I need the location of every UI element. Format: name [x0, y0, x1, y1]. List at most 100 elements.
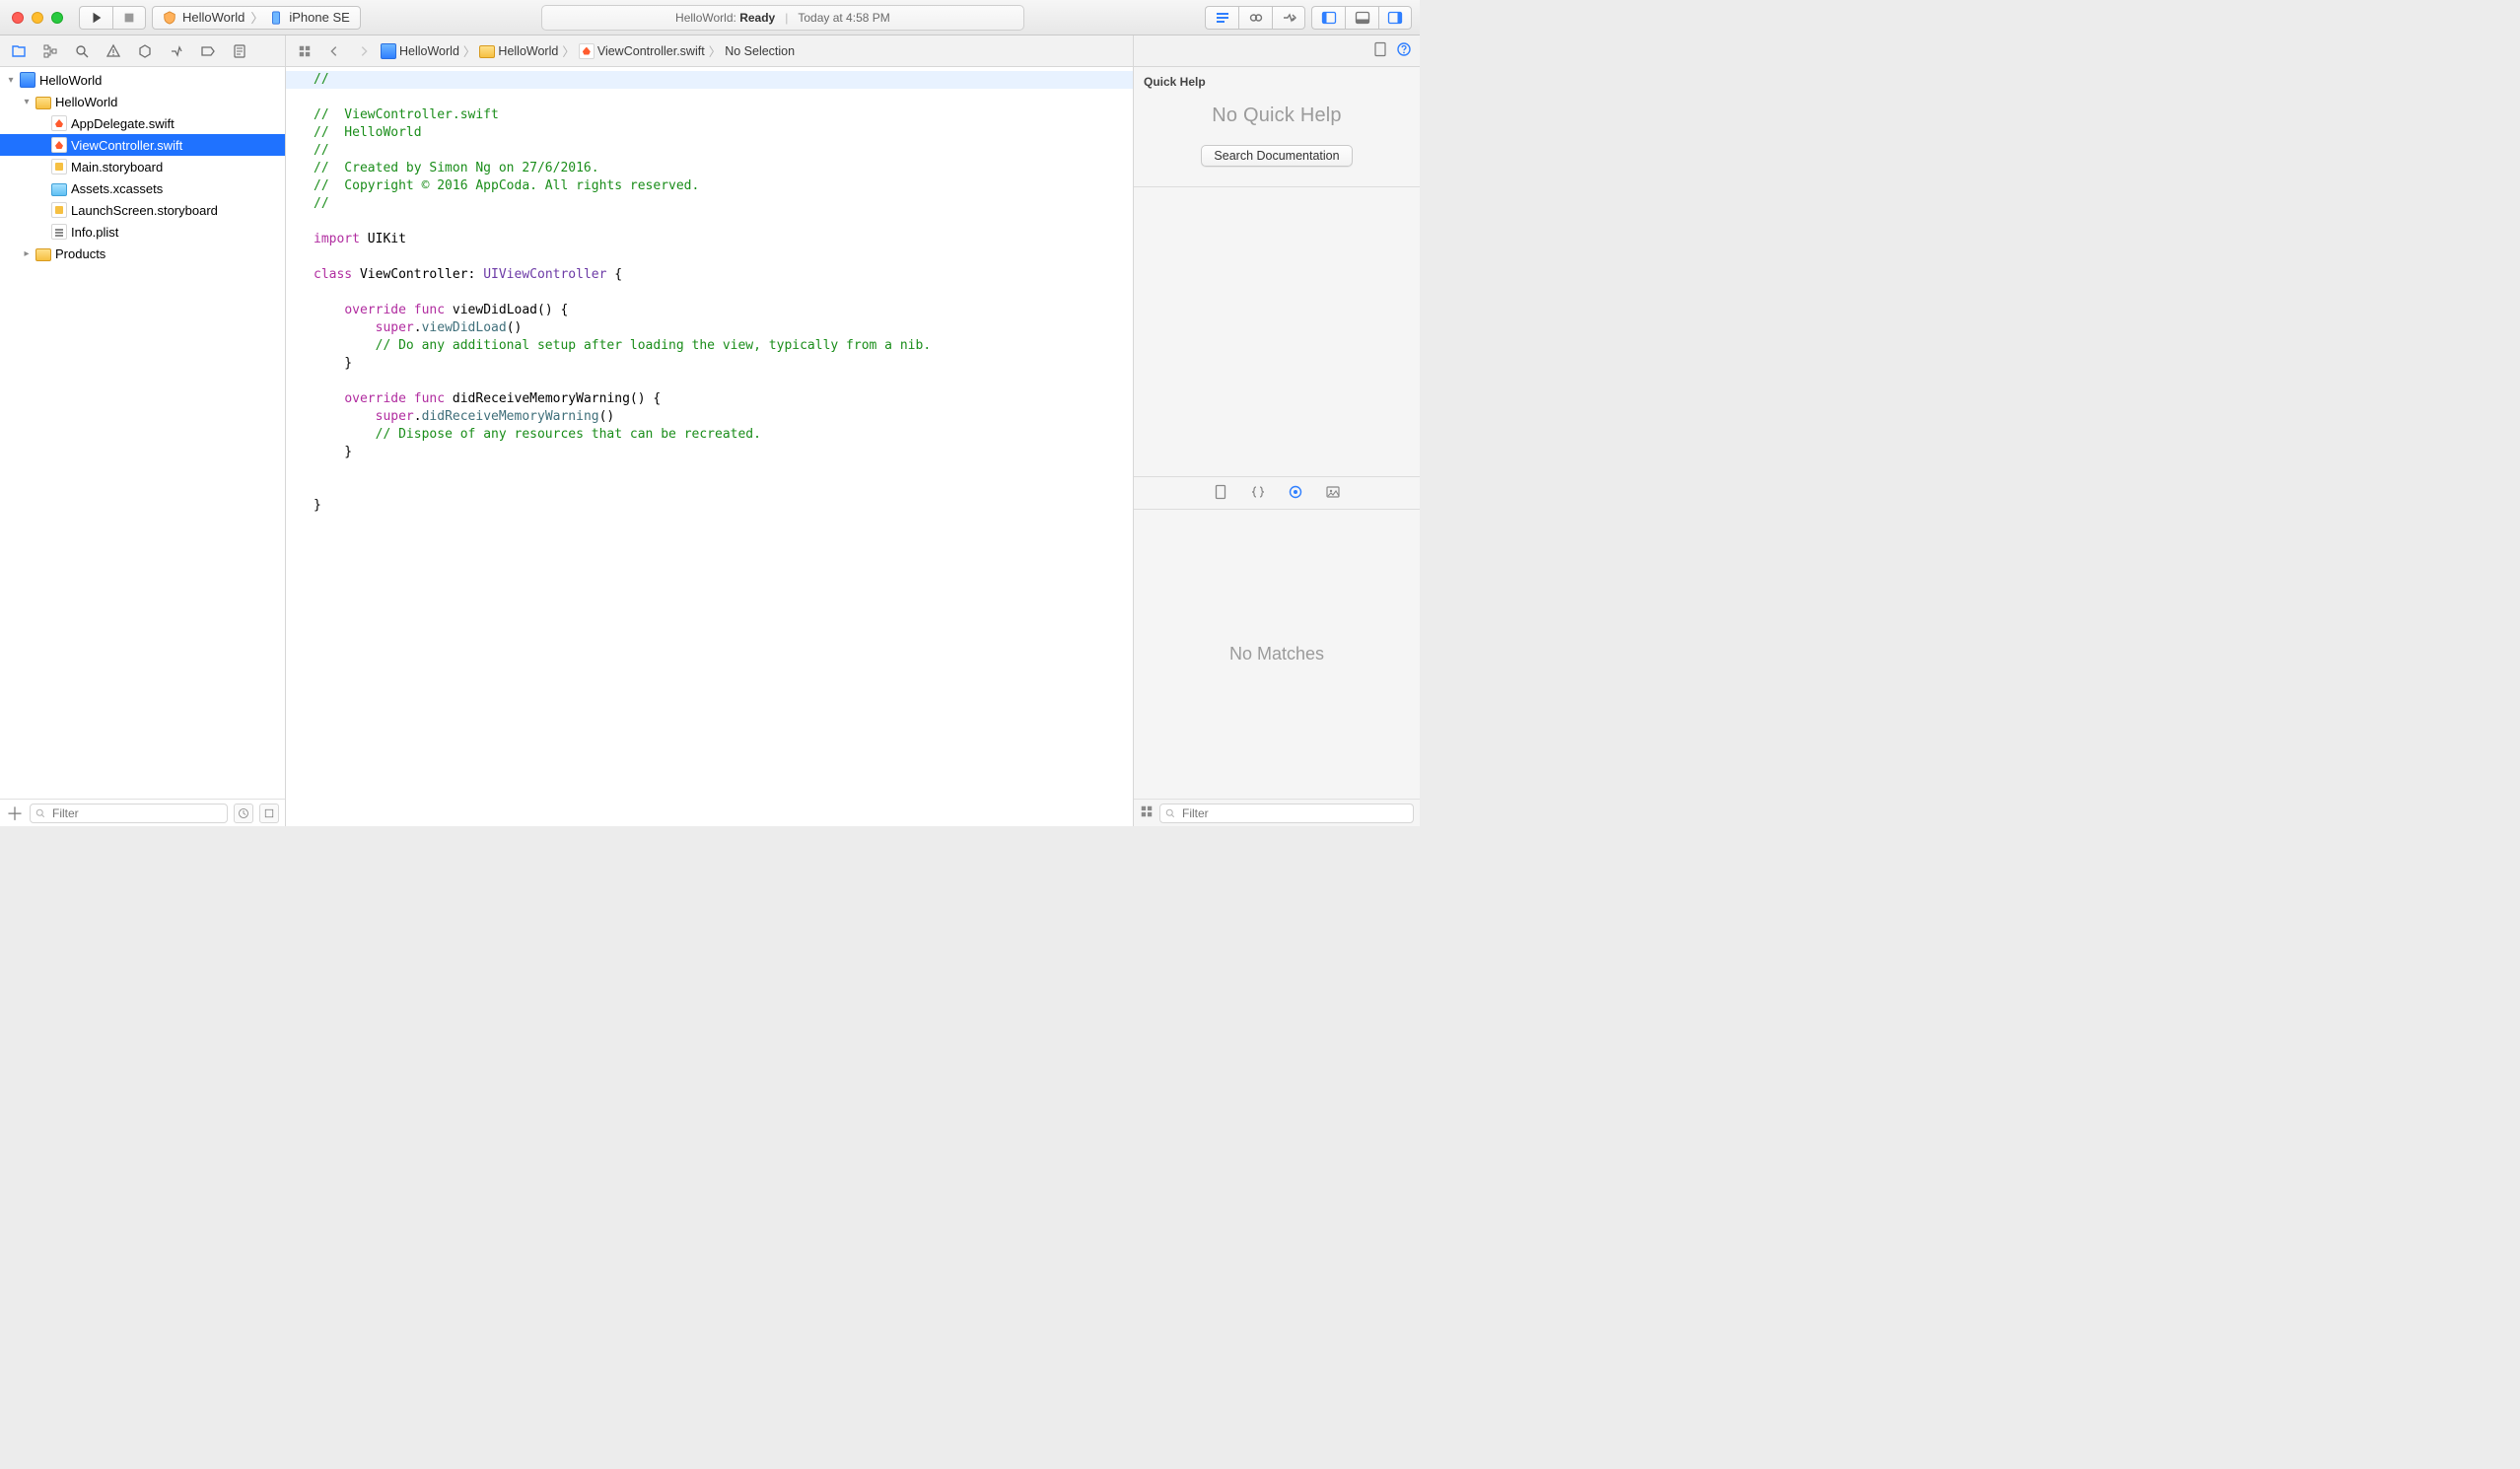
- app-target-icon: [163, 11, 176, 25]
- tree-file[interactable]: Info.plist: [0, 221, 285, 243]
- version-editor-button[interactable]: [1272, 6, 1305, 30]
- swift-file-icon: [51, 137, 67, 153]
- report-navigator-tab[interactable]: [225, 38, 254, 64]
- related-items-button[interactable]: [292, 38, 317, 64]
- no-quick-help-label: No Quick Help: [1212, 105, 1342, 127]
- status-title: HelloWorld: Ready: [675, 11, 775, 25]
- source-editor[interactable]: // // ViewController.swift // HelloWorld…: [286, 67, 1133, 826]
- file-inspector-tab[interactable]: [1372, 41, 1388, 60]
- recent-files-button[interactable]: [234, 804, 253, 823]
- filter-icon: [1164, 807, 1176, 819]
- tree-file[interactable]: Assets.xcassets: [0, 177, 285, 199]
- navigator-filter-input[interactable]: [30, 804, 228, 823]
- scheme-selector[interactable]: HelloWorld 〉 iPhone SE: [152, 6, 361, 30]
- chevron-right-icon: 〉: [562, 41, 575, 60]
- breakpoint-navigator-tab[interactable]: [193, 38, 223, 64]
- zoom-window-button[interactable]: [51, 12, 63, 24]
- scheme-project-label: HelloWorld: [182, 10, 245, 25]
- go-back-button[interactable]: [321, 38, 347, 64]
- library-view-mode-button[interactable]: [1140, 804, 1154, 821]
- tree-group[interactable]: ▸ Products: [0, 243, 285, 264]
- quick-help-body: No Quick Help Search Documentation: [1134, 95, 1420, 187]
- tree-group[interactable]: ▾ HelloWorld: [0, 91, 285, 112]
- add-button[interactable]: ＋: [6, 801, 24, 826]
- folder-icon: [35, 97, 51, 109]
- tree-item-label: AppDelegate.swift: [71, 116, 175, 131]
- selector-bar: HelloWorld 〉 HelloWorld 〉 ViewController…: [0, 35, 1420, 67]
- run-stop-group: [79, 6, 146, 30]
- navigator-selector: [0, 35, 286, 66]
- media-library-tab[interactable]: [1325, 484, 1341, 503]
- object-library-tab[interactable]: [1288, 484, 1303, 503]
- library-footer: [1134, 799, 1420, 826]
- chevron-right-icon: 〉: [709, 41, 722, 60]
- find-navigator-tab[interactable]: [67, 38, 97, 64]
- window-traffic-lights: [12, 12, 63, 24]
- minimize-window-button[interactable]: [32, 12, 43, 24]
- navigator-footer: ＋: [0, 799, 285, 826]
- utilities-pane: Quick Help No Quick Help Search Document…: [1134, 67, 1420, 826]
- disclosure-triangle-icon[interactable]: ▾: [6, 75, 16, 86]
- main-area: ▾ HelloWorld ▾ HelloWorld AppDelegate.swift V…: [0, 67, 1420, 826]
- storyboard-file-icon: [51, 202, 67, 218]
- device-icon: [269, 11, 283, 25]
- library-filter-input[interactable]: [1159, 804, 1414, 823]
- scheme-device-label: iPhone SE: [289, 10, 349, 25]
- disclosure-triangle-icon[interactable]: ▸: [22, 248, 32, 259]
- tree-group[interactable]: ▾ HelloWorld: [0, 69, 285, 91]
- toggle-utilities-button[interactable]: [1378, 6, 1412, 30]
- go-forward-button[interactable]: [351, 38, 377, 64]
- close-window-button[interactable]: [12, 12, 24, 24]
- tree-item-label: Info.plist: [71, 225, 118, 240]
- debug-navigator-tab[interactable]: [162, 38, 191, 64]
- swift-file-icon: [579, 43, 595, 59]
- library-body: No Matches: [1134, 510, 1420, 799]
- storyboard-file-icon: [51, 159, 67, 175]
- editor-pane: // // ViewController.swift // HelloWorld…: [286, 67, 1134, 826]
- tree-file[interactable]: LaunchScreen.storyboard: [0, 199, 285, 221]
- filter-icon: [35, 807, 46, 819]
- status-time: Today at 4:58 PM: [798, 11, 889, 25]
- breadcrumb-item[interactable]: No Selection: [725, 44, 795, 58]
- folder-icon: [479, 45, 495, 58]
- issue-navigator-tab[interactable]: [99, 38, 128, 64]
- chevron-right-icon: 〉: [463, 41, 476, 60]
- toggle-debug-area-button[interactable]: [1345, 6, 1378, 30]
- stop-button[interactable]: [112, 6, 146, 30]
- search-documentation-button[interactable]: Search Documentation: [1201, 145, 1352, 167]
- tree-file[interactable]: AppDelegate.swift: [0, 112, 285, 134]
- tree-file[interactable]: ViewController.swift: [0, 134, 285, 156]
- file-tree[interactable]: ▾ HelloWorld ▾ HelloWorld AppDelegate.swift V…: [0, 67, 285, 799]
- titlebar: HelloWorld 〉 iPhone SE HelloWorld: Ready…: [0, 0, 1420, 35]
- disclosure-triangle-icon[interactable]: ▾: [22, 97, 32, 107]
- swift-file-icon: [51, 115, 67, 131]
- assistant-editor-button[interactable]: [1238, 6, 1272, 30]
- tree-item-label: LaunchScreen.storyboard: [71, 203, 218, 218]
- breadcrumb-item[interactable]: ViewController.swift: [579, 43, 705, 59]
- run-button[interactable]: [79, 6, 112, 30]
- tree-item-label: HelloWorld: [55, 95, 117, 109]
- jump-bar: HelloWorld 〉 HelloWorld 〉 ViewController…: [286, 35, 1134, 66]
- tree-item-label: Products: [55, 246, 105, 261]
- project-icon: [381, 43, 396, 59]
- source-control-navigator-tab[interactable]: [35, 38, 65, 64]
- project-navigator-tab[interactable]: [4, 38, 34, 64]
- breadcrumb: HelloWorld 〉 HelloWorld 〉 ViewController…: [381, 41, 795, 60]
- folder-icon: [35, 248, 51, 261]
- breadcrumb-item[interactable]: HelloWorld: [381, 43, 459, 59]
- toggle-navigator-button[interactable]: [1311, 6, 1345, 30]
- scm-status-button[interactable]: [259, 804, 279, 823]
- code-snippet-library-tab[interactable]: [1250, 484, 1266, 503]
- file-template-library-tab[interactable]: [1213, 484, 1228, 503]
- activity-status[interactable]: HelloWorld: Ready | Today at 4:58 PM: [541, 5, 1024, 31]
- inspector-selector: [1134, 35, 1420, 66]
- standard-editor-button[interactable]: [1205, 6, 1238, 30]
- breadcrumb-item[interactable]: HelloWorld: [479, 43, 558, 58]
- test-navigator-tab[interactable]: [130, 38, 160, 64]
- tree-item-label: HelloWorld: [39, 73, 102, 88]
- plist-file-icon: [51, 224, 67, 240]
- project-icon: [20, 72, 35, 88]
- tree-file[interactable]: Main.storyboard: [0, 156, 285, 177]
- chevron-right-icon: 〉: [250, 8, 263, 27]
- quick-help-inspector-tab[interactable]: [1396, 41, 1412, 60]
